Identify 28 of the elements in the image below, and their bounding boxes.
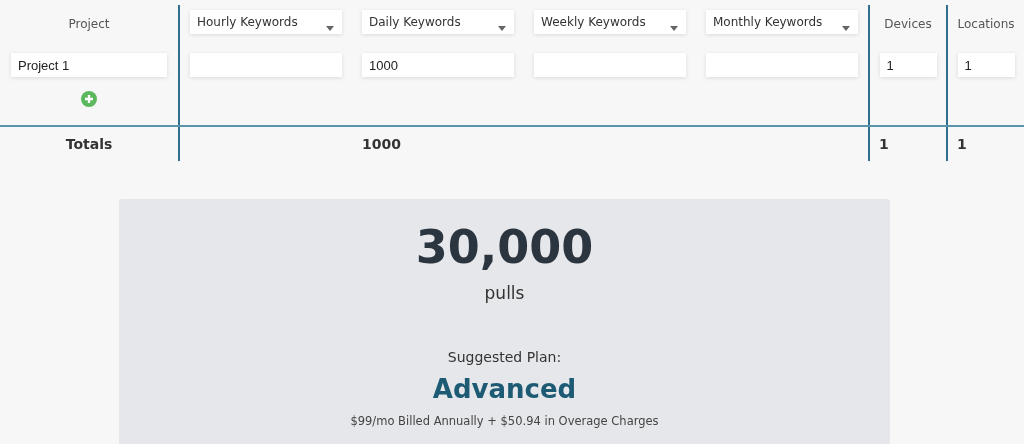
- caret-icon: [326, 26, 334, 31]
- add-icon[interactable]: [81, 91, 97, 107]
- keyword-field[interactable]: [706, 53, 858, 77]
- plan-label: Suggested Plan:: [447, 347, 562, 367]
- keyword-field[interactable]: [190, 53, 342, 77]
- keyword-field[interactable]: [534, 53, 686, 77]
- total-value: 1000: [362, 135, 401, 152]
- column-header: Locations: [957, 16, 1015, 33]
- plan-price: $99/mo Billed Annually + $50.94 in Overage Charges: [350, 412, 659, 430]
- keyword-field[interactable]: 1000: [362, 53, 514, 77]
- column-header: Devices: [884, 16, 932, 33]
- totals-label: Totals: [65, 134, 113, 154]
- pulls-count: 30,000: [415, 219, 594, 275]
- caret-icon: [842, 26, 850, 31]
- plan-name: Advanced: [432, 372, 577, 406]
- keyword-dropdown[interactable]: Hourly Keywords: [190, 10, 342, 34]
- column-header: Project: [68, 16, 110, 33]
- pulls-unit: pulls: [484, 282, 525, 305]
- keyword-dropdown[interactable]: Monthly Keywords: [706, 10, 858, 34]
- total-value: 1: [957, 134, 967, 154]
- caret-icon: [498, 26, 506, 31]
- total-value: 1: [879, 134, 889, 154]
- number-field[interactable]: 1: [879, 53, 937, 77]
- keyword-dropdown[interactable]: Weekly Keywords: [534, 10, 686, 34]
- caret-icon: [670, 26, 678, 31]
- number-field[interactable]: 1: [957, 53, 1015, 77]
- project-field[interactable]: Project 1: [11, 53, 167, 77]
- keyword-dropdown[interactable]: Daily Keywords: [362, 10, 514, 34]
